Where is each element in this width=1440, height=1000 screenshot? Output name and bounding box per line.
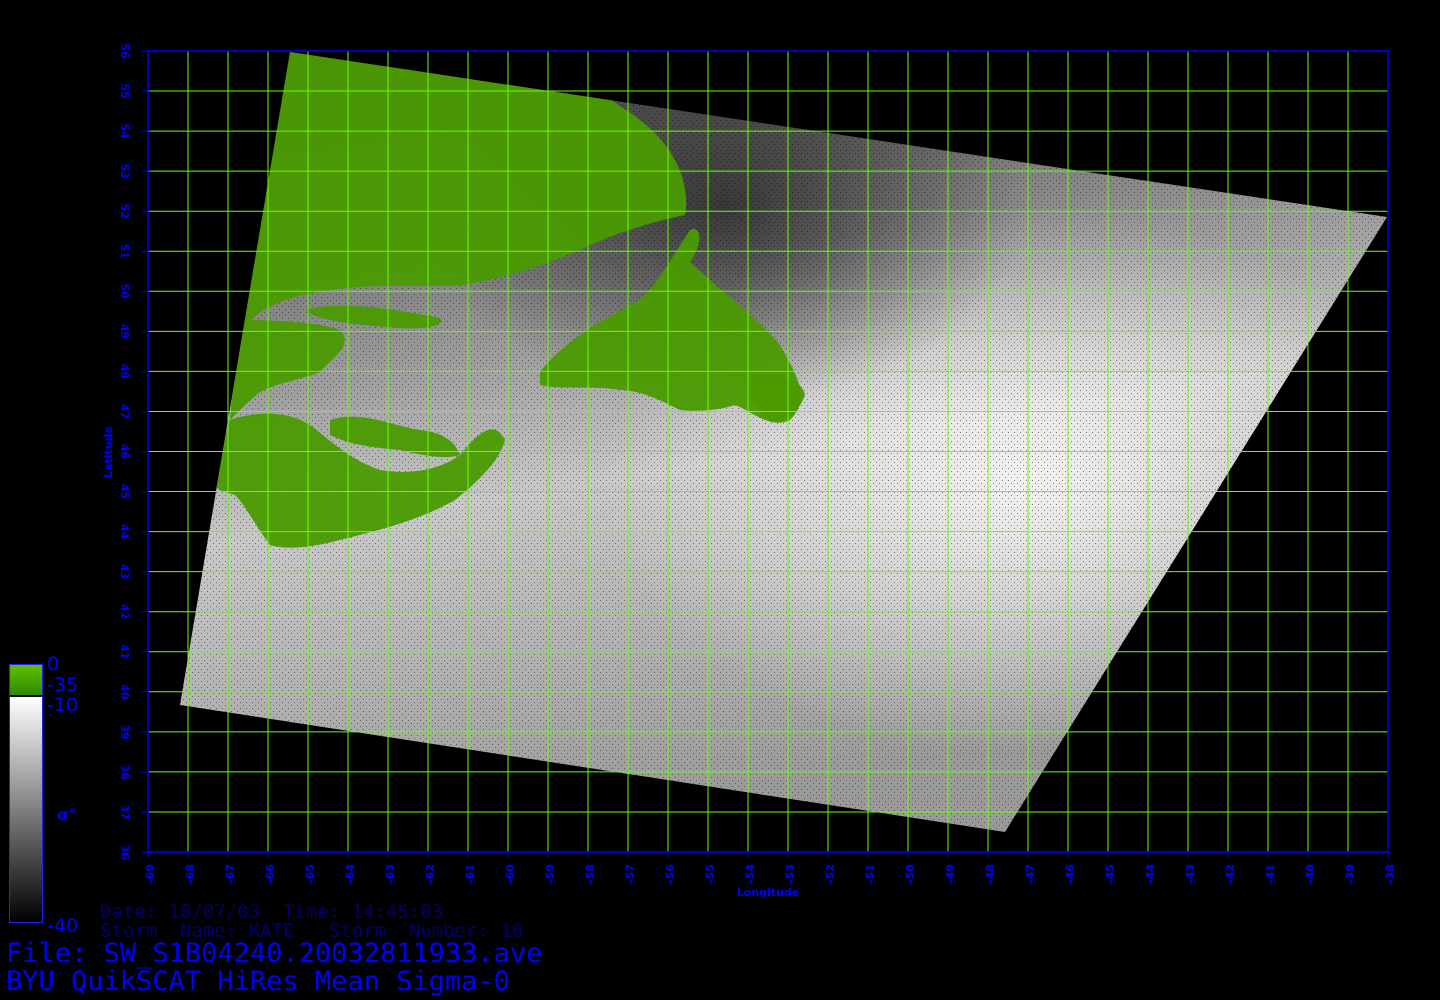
x-tick-label: -58: [584, 864, 597, 884]
x-tick-label: -63: [384, 864, 397, 884]
x-tick-label: -48: [984, 864, 997, 884]
lat-lon-grid: [147, 50, 1389, 853]
x-tick-label: -38: [1384, 864, 1397, 884]
colorbar-label-ocean-bottom: -40: [47, 915, 79, 937]
y-axis-label: Latitude: [102, 426, 115, 478]
x-tick-label: -52: [824, 864, 837, 884]
x-tick-label: -43: [1184, 864, 1197, 884]
colorbar-label-land-bottom: -35: [47, 674, 79, 696]
y-tick-label: 39: [118, 724, 131, 739]
product-title: BYU QuikSCAT HiRes Mean Sigma-0: [6, 966, 510, 997]
x-tick-label: -42: [1224, 864, 1237, 884]
x-tick-label: -55: [704, 864, 717, 884]
x-tick-label: -47: [1024, 864, 1037, 884]
longitude-ticks: -69 -68 -67 -66 -65 -64 -63 -62 -61 -60 -59 -58 -57 -…: [144, 852, 1397, 884]
latitude-ticks: 36 37 38 39 40 41 42 43 44 45 46 47 48 49 50 51 52 53 54 55…: [118, 43, 148, 860]
y-tick-label: 55: [118, 83, 131, 98]
y-tick-label: 54: [118, 123, 131, 139]
date-time-line: Date: 10/07/03 Time: 14:45:03: [100, 901, 444, 923]
x-tick-label: -59: [544, 864, 557, 884]
x-tick-label: -54: [744, 864, 757, 884]
x-tick-label: -40: [1304, 864, 1317, 884]
land-color-ramp: [10, 665, 42, 695]
y-tick-label: 38: [118, 764, 131, 779]
y-tick-label: 47: [118, 404, 131, 419]
y-tick-label: 53: [118, 163, 131, 178]
x-tick-label: -46: [1064, 864, 1077, 884]
y-tick-label: 48: [118, 364, 131, 379]
x-tick-label: -68: [184, 864, 197, 884]
x-tick-label: -67: [224, 864, 237, 884]
y-tick-label: 43: [118, 564, 131, 579]
x-tick-label: -69: [144, 864, 157, 884]
y-tick-label: 37: [118, 804, 131, 819]
colorbar-label-land-top: 0: [47, 653, 60, 675]
color-scale-bar: [9, 664, 43, 923]
y-tick-label: 46: [118, 444, 131, 460]
y-tick-label: 50: [118, 284, 131, 300]
x-tick-label: -56: [664, 864, 677, 884]
y-tick-label: 40: [118, 684, 131, 700]
y-tick-label: 51: [118, 244, 131, 259]
x-tick-label: -39: [1344, 864, 1357, 884]
y-tick-label: 36: [118, 844, 131, 860]
y-tick-label: 42: [118, 604, 131, 619]
x-axis-label: Longitude: [737, 886, 799, 899]
x-tick-label: -53: [784, 864, 797, 884]
sigma0-map: -69 -68 -67 -66 -65 -64 -63 -62 -61 -60 -59 -58 -57 -…: [102, 43, 1397, 899]
x-tick-label: -49: [944, 864, 957, 884]
file-line: File: SW_S1B04240.20032811933.ave: [6, 938, 543, 969]
x-tick-label: -45: [1104, 864, 1117, 884]
colorbar-label-ocean-top: -10: [47, 694, 79, 716]
x-tick-label: -64: [344, 864, 357, 884]
ocean-color-ramp: [10, 697, 42, 922]
y-tick-label: 45: [118, 484, 131, 499]
x-tick-label: -57: [624, 864, 637, 884]
x-tick-label: -61: [464, 864, 477, 884]
x-tick-label: -51: [864, 864, 877, 884]
y-tick-label: 52: [118, 204, 131, 219]
y-tick-label: 41: [118, 644, 131, 659]
x-tick-label: -65: [304, 864, 317, 884]
y-tick-label: 49: [118, 324, 131, 339]
x-tick-label: -41: [1264, 864, 1277, 884]
x-tick-label: -60: [504, 864, 517, 884]
y-tick-label: 56: [118, 43, 131, 59]
y-tick-label: 44: [118, 524, 131, 540]
x-tick-label: -62: [424, 864, 437, 884]
x-tick-label: -44: [1144, 864, 1157, 884]
x-tick-label: -50: [904, 864, 917, 884]
colorbar-symbol: σ°: [57, 806, 77, 824]
x-tick-label: -66: [264, 864, 277, 884]
